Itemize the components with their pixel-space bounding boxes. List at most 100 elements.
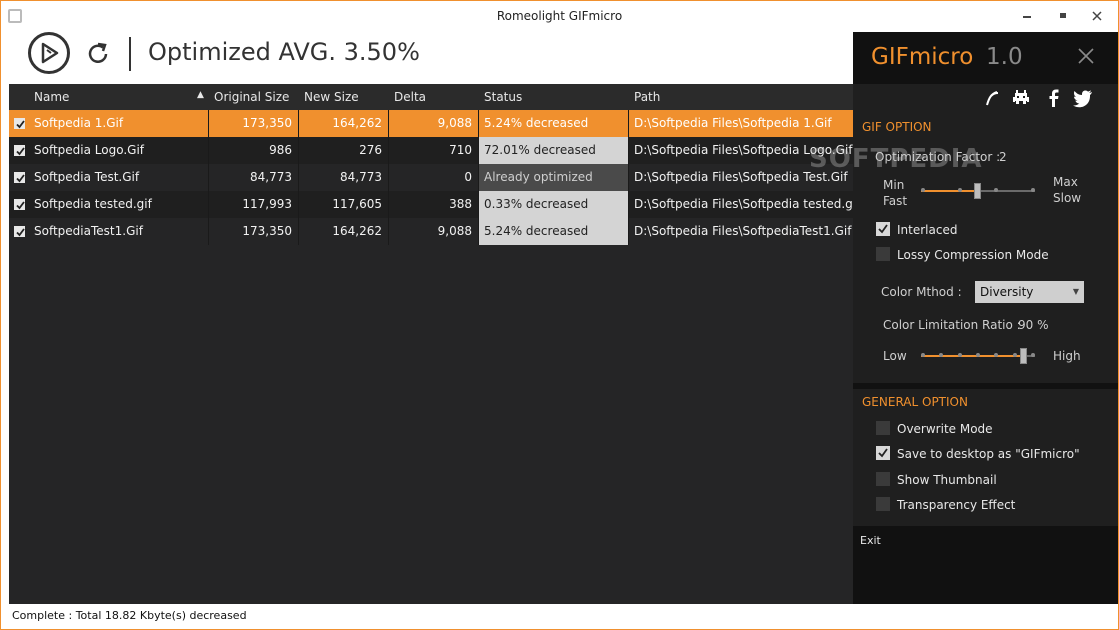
table-row[interactable]: Softpedia 1.Gif 173,350 164,262 9,088 5.24% … bbox=[9, 110, 853, 137]
lossy-compression-label: Lossy Compression Mode bbox=[897, 248, 1049, 262]
status-bar: Complete : Total 18.82 Kbyte(s) decrease… bbox=[1, 605, 1118, 629]
slider-fill bbox=[921, 190, 978, 192]
refresh-icon bbox=[88, 42, 108, 63]
show-thumbnail-checkbox[interactable] bbox=[876, 472, 890, 486]
cell-name: Softpedia Test.Gif bbox=[9, 164, 209, 191]
cell-status: 5.24% decreased bbox=[479, 218, 629, 245]
cell-path: D:\Softpedia Files\SoftpediaTest1.Gif bbox=[634, 224, 852, 238]
interlaced-checkbox[interactable] bbox=[876, 222, 890, 236]
slider-tick bbox=[994, 353, 998, 357]
cell-delta: 0 bbox=[389, 164, 479, 191]
cell-name: Softpedia Logo.Gif bbox=[9, 137, 209, 164]
app-window: Romeolight GIFmicro Optimized AVG. 3.50% bbox=[0, 0, 1119, 630]
color-method-select[interactable]: Diversity ▼ bbox=[975, 281, 1084, 303]
refresh-button[interactable] bbox=[84, 40, 112, 68]
slider-tick bbox=[1031, 353, 1035, 357]
cell-delta: 9,088 bbox=[389, 218, 479, 245]
cell-path: D:\Softpedia Files\Softpedia tested.gif bbox=[634, 197, 853, 211]
panel-header: GIFmicro 1.0 bbox=[853, 32, 1118, 84]
maximize-icon bbox=[1060, 13, 1066, 18]
cell-delta: 710 bbox=[389, 137, 479, 164]
chevron-down-icon: ▼ bbox=[1072, 287, 1079, 296]
column-header-path[interactable]: Path bbox=[634, 90, 660, 104]
gif-option-title: GIF OPTION bbox=[862, 120, 932, 134]
exit-area: Exit bbox=[853, 526, 1118, 604]
show-thumbnail-label: Show Thumbnail bbox=[897, 473, 997, 487]
high-label: High bbox=[1053, 349, 1081, 363]
overwrite-mode-checkbox[interactable] bbox=[876, 421, 890, 435]
column-header-new-size[interactable]: New Size bbox=[304, 90, 359, 104]
column-header-delta[interactable]: Delta bbox=[394, 90, 426, 104]
play-icon bbox=[41, 42, 59, 64]
facebook-icon bbox=[1049, 89, 1059, 107]
section-divider bbox=[853, 383, 1118, 389]
twitter-link[interactable] bbox=[1072, 88, 1094, 108]
color-limitation-value: 90 % bbox=[1018, 318, 1049, 332]
maximize-button[interactable] bbox=[1053, 8, 1073, 26]
space-invader-link[interactable] bbox=[1010, 88, 1032, 108]
space-invader-icon bbox=[1013, 90, 1029, 104]
cell-delta: 9,088 bbox=[389, 110, 479, 137]
panel-brand: GIFmicro bbox=[871, 44, 974, 70]
cell-new-size: 164,262 bbox=[299, 218, 389, 245]
cell-status: Already optimized bbox=[479, 164, 629, 191]
save-to-desktop-checkbox[interactable] bbox=[876, 446, 890, 460]
slider-thumb[interactable] bbox=[974, 183, 981, 199]
cell-new-size: 164,262 bbox=[299, 110, 389, 137]
twitter-icon bbox=[1073, 90, 1092, 108]
close-icon bbox=[1078, 48, 1094, 64]
facebook-link[interactable] bbox=[1043, 88, 1065, 108]
sort-ascending-icon: ▲ bbox=[197, 90, 204, 100]
cell-name: Softpedia tested.gif bbox=[9, 191, 209, 218]
romeolight-icon bbox=[986, 91, 999, 106]
slider-thumb[interactable] bbox=[1020, 348, 1027, 364]
check-icon bbox=[878, 224, 888, 234]
cell-status: 72.01% decreased bbox=[479, 137, 629, 164]
romeolight-link[interactable] bbox=[981, 88, 1003, 108]
close-icon bbox=[1092, 11, 1102, 21]
check-icon bbox=[878, 448, 888, 458]
interlaced-label: Interlaced bbox=[897, 223, 958, 237]
color-limitation-slider[interactable] bbox=[921, 347, 1035, 367]
column-header-original-size[interactable]: Original Size bbox=[214, 90, 289, 104]
toolbar: Optimized AVG. 3.50% bbox=[1, 31, 852, 83]
cell-new-size: 276 bbox=[299, 137, 389, 164]
cell-delta: 388 bbox=[389, 191, 479, 218]
panel-version: 1.0 bbox=[986, 44, 1023, 70]
minimize-button[interactable] bbox=[1017, 8, 1037, 26]
slow-label: Slow bbox=[1053, 191, 1082, 205]
optimization-factor-slider[interactable] bbox=[921, 182, 1035, 202]
slider-tick bbox=[921, 353, 925, 357]
slider-tick bbox=[1013, 353, 1017, 357]
optimized-average-text: Optimized AVG. 3.50% bbox=[148, 38, 420, 66]
cell-new-size: 117,605 bbox=[299, 191, 389, 218]
lossy-compression-checkbox[interactable] bbox=[876, 247, 890, 261]
low-label: Low bbox=[883, 349, 907, 363]
table-row[interactable]: Softpedia Test.Gif 84,773 84,773 0 Already o… bbox=[9, 164, 853, 191]
slider-fill bbox=[921, 355, 1024, 357]
cell-name: SoftpediaTest1.Gif bbox=[9, 218, 209, 245]
minimize-icon bbox=[1023, 16, 1031, 18]
column-header-status[interactable]: Status bbox=[484, 90, 522, 104]
cell-status: 0.33% decreased bbox=[479, 191, 629, 218]
file-list: Name ▲ Original Size New Size Delta Stat… bbox=[9, 84, 853, 604]
color-method-label: Color Mthod : bbox=[881, 285, 962, 299]
exit-button[interactable]: Exit bbox=[860, 534, 881, 547]
panel-close-button[interactable] bbox=[1076, 46, 1096, 66]
slider-tick bbox=[958, 353, 962, 357]
options-panel: GIFmicro 1.0 GIF OPTION Optimization Fac… bbox=[853, 32, 1118, 604]
cell-original-size: 117,993 bbox=[209, 191, 299, 218]
column-header-name[interactable]: Name bbox=[34, 90, 69, 104]
transparency-effect-checkbox[interactable] bbox=[876, 497, 890, 511]
table-row[interactable]: Softpedia tested.gif 117,993 117,605 388 0.3… bbox=[9, 191, 853, 218]
window-title: Romeolight GIFmicro bbox=[496, 9, 623, 23]
slider-tick bbox=[921, 188, 925, 192]
slider-tick bbox=[994, 188, 998, 192]
color-method-value: Diversity bbox=[980, 285, 1034, 299]
cell-original-size: 173,350 bbox=[209, 218, 299, 245]
start-optimize-button[interactable] bbox=[28, 32, 70, 74]
close-button[interactable] bbox=[1087, 8, 1107, 26]
table-row[interactable]: Softpedia Logo.Gif 986 276 710 72.01% decrea… bbox=[9, 137, 853, 164]
table-row[interactable]: SoftpediaTest1.Gif 173,350 164,262 9,088 5.2… bbox=[9, 218, 853, 245]
slider-tick bbox=[958, 188, 962, 192]
